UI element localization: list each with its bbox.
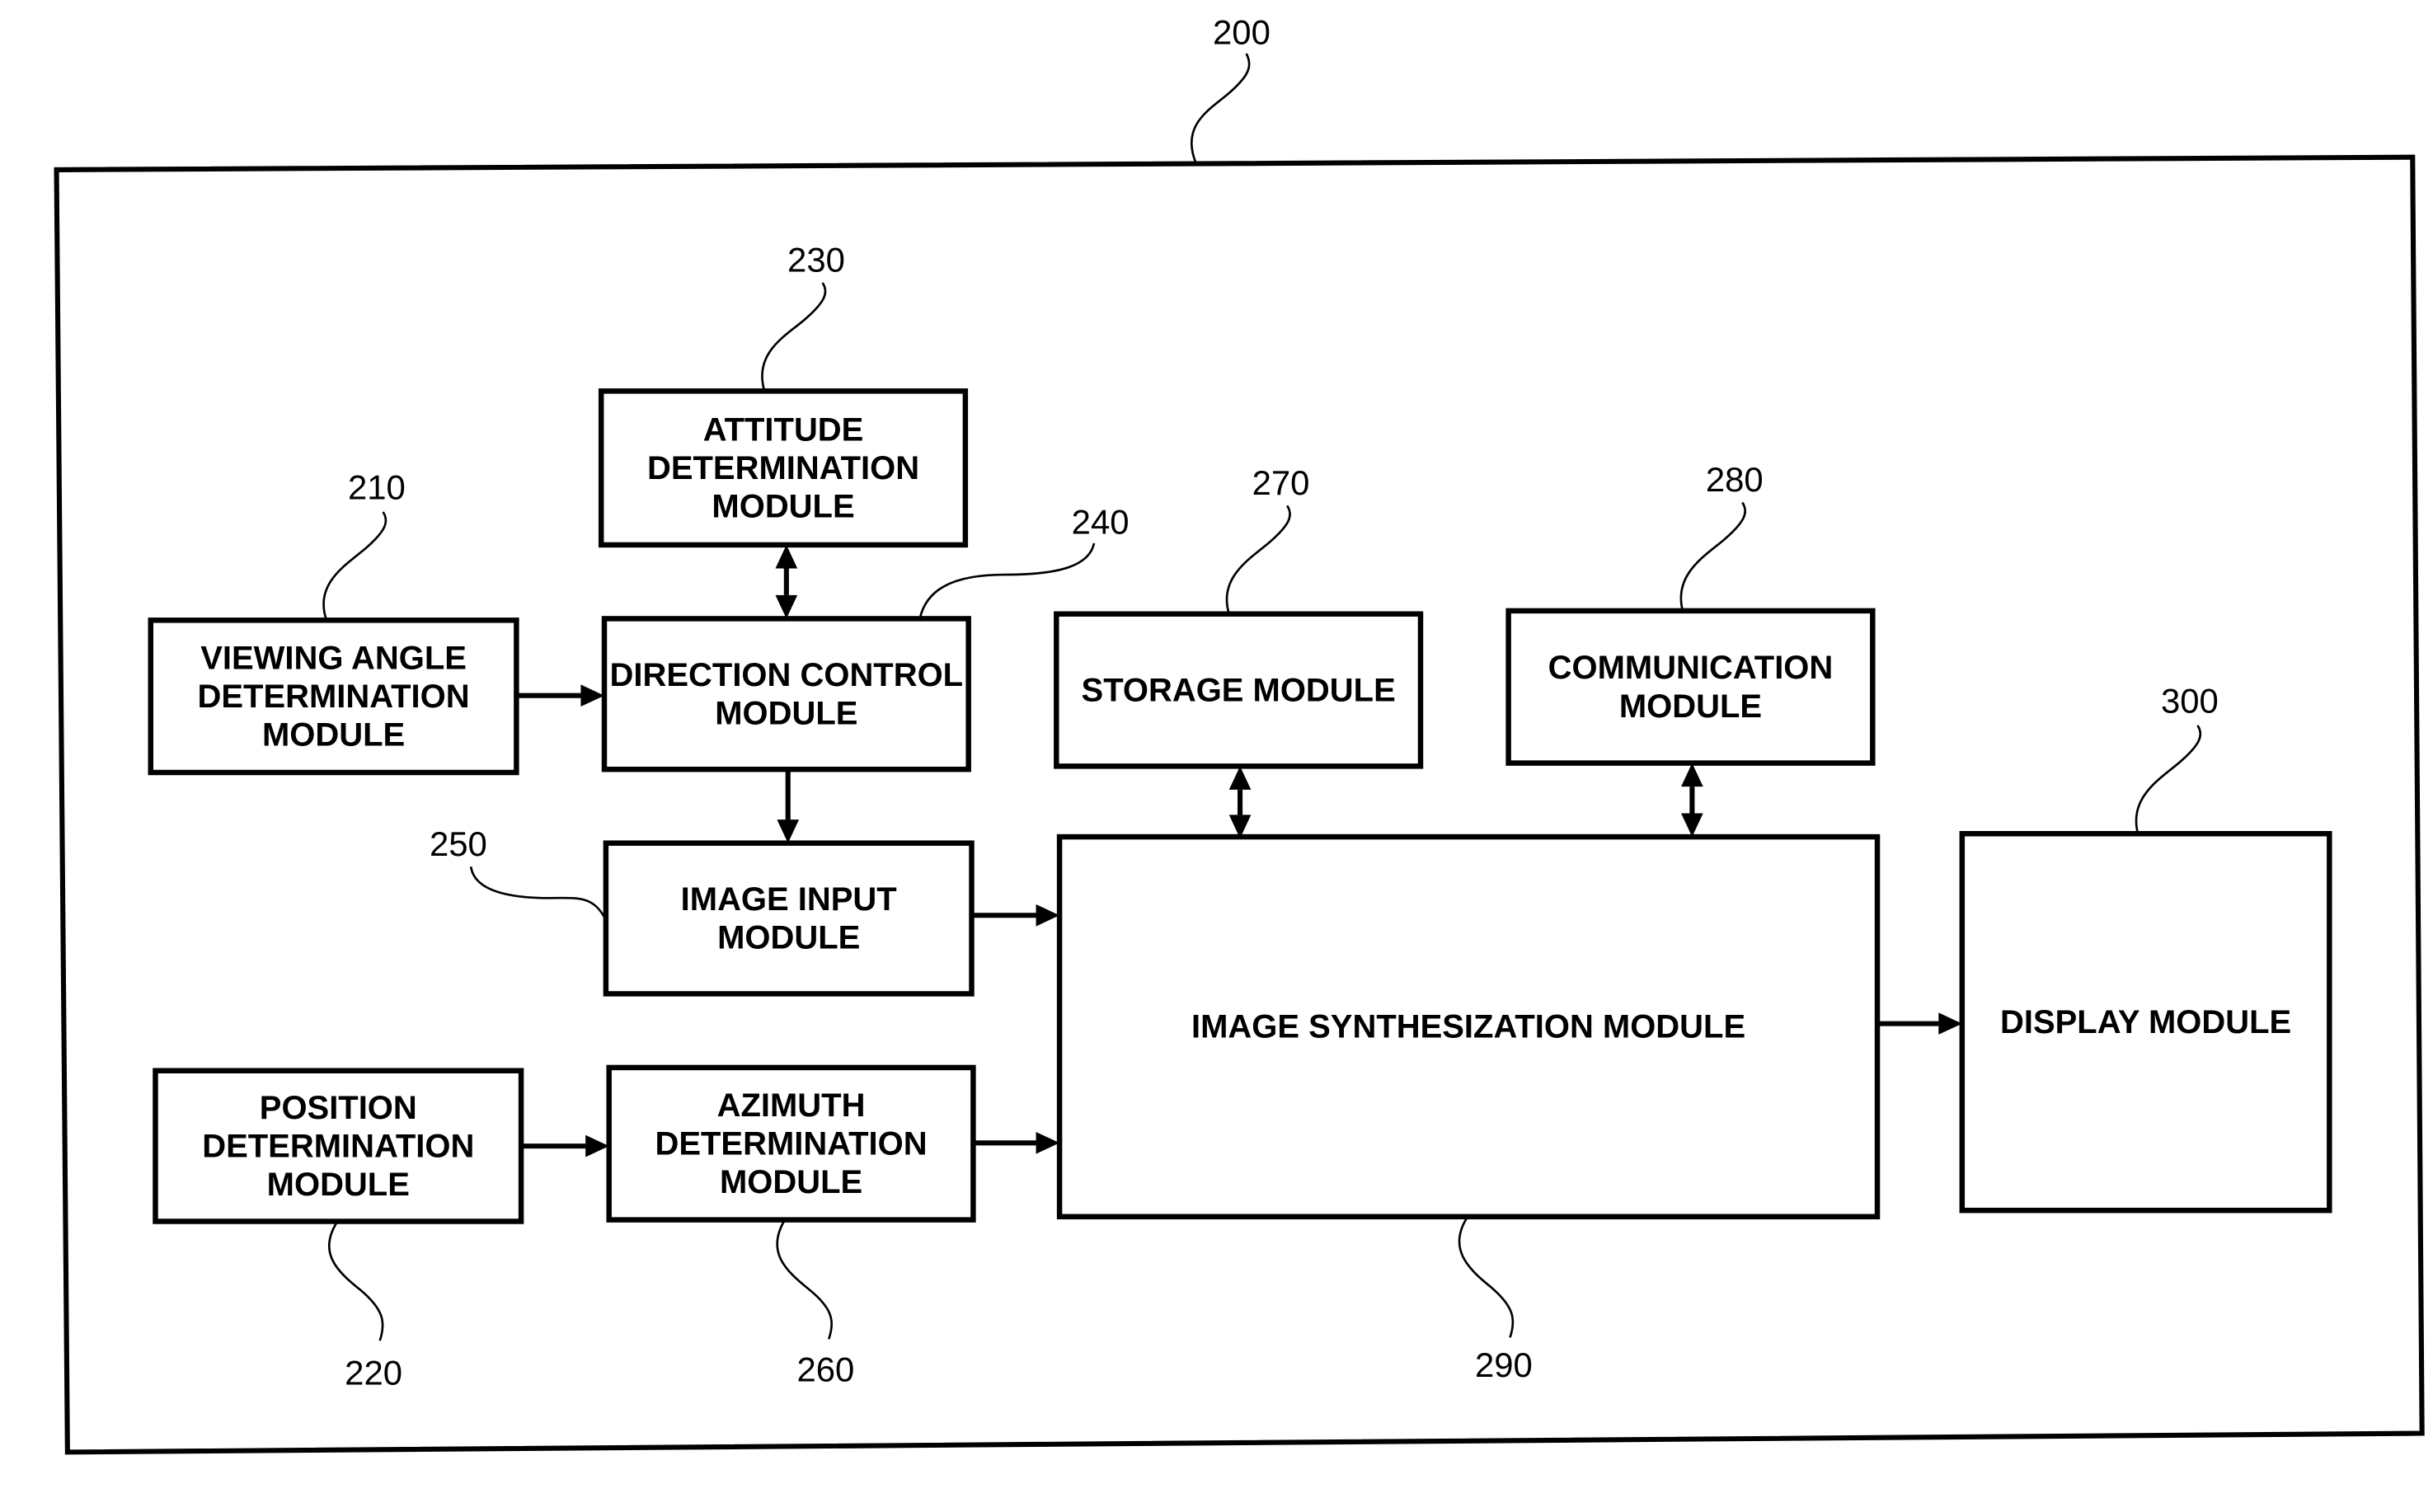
module-communication: COMMUNICATIONMODULE 280	[1505, 460, 1876, 766]
ref-label-280: 280	[1706, 460, 1764, 499]
connection-azimuth-to-image-synthesization	[973, 1131, 1060, 1154]
ref-label-210: 210	[348, 468, 406, 507]
connection-storage-to-image-synthesization	[1228, 766, 1252, 838]
ref-label-230: 230	[787, 241, 845, 279]
leader-line-200	[1190, 53, 1251, 164]
ref-label-300: 300	[2161, 682, 2219, 721]
position-label-line: POSITION	[260, 1090, 417, 1126]
arrowhead-icon	[1938, 1012, 1962, 1035]
arrowhead-icon	[775, 544, 798, 569]
leader-line-240	[918, 542, 1096, 619]
azimuth-label-line: MODULE	[720, 1164, 862, 1200]
attitude-label-line: ATTITUDE	[703, 411, 864, 448]
module-display: DISPLAY MODULE 300	[1959, 682, 2332, 1214]
leader-line-290	[1458, 1216, 1515, 1338]
direction-control-label-line: DIRECTION CONTROL	[610, 657, 964, 693]
viewing-angle-label-line: VIEWING ANGLE	[200, 640, 467, 676]
viewing-angle-label-line: DETERMINATION	[198, 679, 470, 715]
leader-line-270	[1225, 505, 1291, 615]
module-image-synthesization: IMAGE SYNTHESIZATION MODULE 290	[1056, 833, 1881, 1384]
arrowhead-icon	[1681, 813, 1703, 838]
ref-label-250: 250	[430, 824, 487, 863]
arrowhead-icon	[775, 594, 798, 619]
module-position: POSITIONDETERMINATIONMODULE 220	[153, 1068, 524, 1392]
leader-line-230	[761, 282, 827, 392]
arrowhead-icon	[1228, 766, 1252, 790]
connection-position-to-azimuth	[521, 1134, 609, 1157]
connection-communication-to-image-synthesization	[1681, 763, 1703, 838]
ref-label-290: 290	[1475, 1345, 1533, 1384]
arrowhead-icon	[1036, 904, 1060, 927]
arrowhead-icon	[777, 819, 800, 843]
azimuth-label-line: AZIMUTH	[717, 1087, 866, 1124]
viewing-angle-label-line: MODULE	[262, 717, 405, 754]
connection-viewing-angle-to-direction-control	[516, 684, 604, 707]
communication-box	[1505, 608, 1876, 766]
module-attitude: ATTITUDEDETERMINATIONMODULE 230	[598, 241, 969, 548]
azimuth-label-line: DETERMINATION	[655, 1126, 928, 1162]
ref-label-240: 240	[1072, 503, 1130, 542]
arrowhead-icon	[585, 1134, 609, 1157]
image-input-label-line: IMAGE INPUT	[681, 881, 897, 918]
arrowhead-icon	[580, 684, 604, 707]
module-viewing-angle: VIEWING ANGLEDETERMINATIONMODULE 210	[148, 468, 519, 776]
arrowhead-icon	[1036, 1131, 1060, 1154]
leader-line-300	[2135, 725, 2202, 834]
image-input-box	[603, 840, 975, 997]
leader-line-280	[1679, 501, 1747, 612]
position-label-line: DETERMINATION	[202, 1128, 474, 1164]
connection-image-synthesization-to-display	[1877, 1012, 1962, 1035]
leader-line-260	[776, 1219, 833, 1340]
image-input-label-line: MODULE	[717, 920, 860, 956]
module-image-input: IMAGE INPUTMODULE 250	[430, 824, 975, 997]
image-synthesization-label-line: IMAGE SYNTHESIZATION MODULE	[1191, 1009, 1745, 1045]
position-label-line: MODULE	[267, 1167, 410, 1203]
connection-attitude-to-direction-control	[775, 544, 798, 619]
attitude-label-line: MODULE	[712, 489, 854, 525]
display-label-line: DISPLAY MODULE	[2000, 1004, 2291, 1040]
ref-label-200: 200	[1213, 13, 1271, 52]
leader-line-250	[469, 866, 608, 921]
ref-label-270: 270	[1252, 463, 1310, 502]
leader-line-210	[322, 511, 387, 621]
block-diagram: 200 ATTITUDEDETERMINATIONMODULE230VIEWIN…	[54, 13, 2425, 1455]
storage-label-line: STORAGE MODULE	[1082, 672, 1396, 708]
ref-label-260: 260	[796, 1350, 854, 1389]
connection-image-input-to-image-synthesization	[971, 904, 1060, 927]
ref-label-220: 220	[345, 1354, 402, 1392]
direction-control-label-line: MODULE	[715, 695, 857, 731]
module-azimuth: AZIMUTHDETERMINATIONMODULE 260	[606, 1064, 976, 1389]
arrowhead-icon	[1681, 763, 1703, 787]
connection-direction-control-to-image-input	[777, 769, 800, 843]
communication-label-line: MODULE	[1619, 688, 1762, 725]
direction-control-box	[601, 616, 971, 772]
attitude-label-line: DETERMINATION	[647, 450, 919, 486]
communication-label-line: COMMUNICATION	[1548, 650, 1834, 686]
leader-line-220	[327, 1220, 384, 1341]
